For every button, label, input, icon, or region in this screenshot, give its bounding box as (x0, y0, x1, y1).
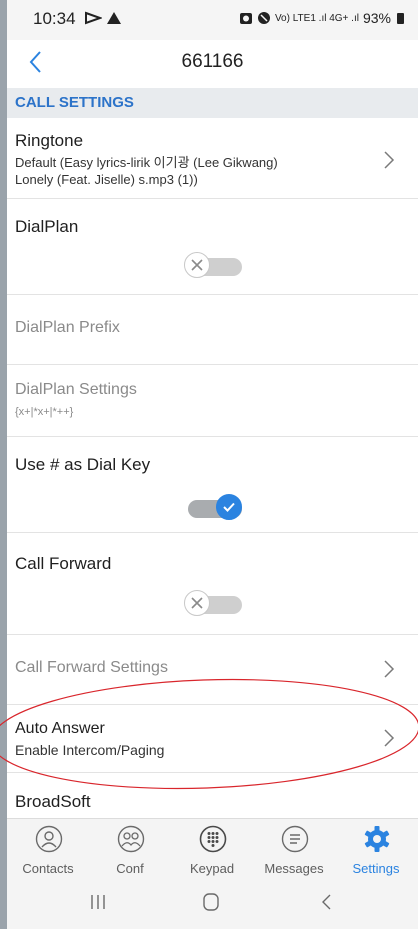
chevron-right-icon (384, 660, 395, 678)
battery-level: 93% (362, 10, 391, 26)
tab-messages[interactable]: Messages (253, 819, 335, 881)
dialplan-settings-title: DialPlan Settings (15, 381, 137, 398)
x-icon (191, 259, 203, 271)
page-title: 661166 (181, 51, 244, 72)
call-forward-title: Call Forward (15, 554, 112, 573)
tab-conf[interactable]: Conf (89, 819, 171, 881)
chevron-right-icon (384, 729, 395, 747)
dialplan-title: DialPlan (15, 217, 79, 236)
phone-screen: 10:34 Vo) LTE1 .ıl 4G+ .ıl 93% 661166 CA… (7, 0, 418, 929)
use-hash-toggle[interactable] (184, 494, 242, 522)
notification-icons (84, 11, 122, 28)
use-hash-row: Use # as Dial Key (7, 436, 418, 533)
tab-label: Conf (116, 861, 144, 876)
group-icon (117, 825, 145, 853)
dialplan-settings-value: {x+|*x+|*++} (15, 406, 74, 418)
call-forward-row: Call Forward (7, 532, 418, 635)
tab-label: Keypad (189, 861, 235, 876)
cast-icon (85, 11, 103, 25)
status-time: 10:34 (33, 9, 76, 28)
alarm-icon (239, 13, 252, 24)
call-forward-settings-title: Call Forward Settings (15, 659, 168, 676)
dialplan-prefix-title: DialPlan Prefix (15, 319, 120, 336)
auto-answer-subtitle: Enable Intercom/Paging (15, 742, 165, 758)
status-bar: 10:34 Vo) LTE1 .ıl 4G+ .ıl 93% (7, 0, 418, 40)
tab-keypad[interactable]: Keypad (171, 819, 253, 881)
mute-icon (257, 12, 270, 24)
status-right-icons: Vo) LTE1 .ıl 4G+ .ıl 93% (239, 10, 404, 26)
system-nav-bar (7, 880, 418, 929)
dialplan-row: DialPlan (7, 198, 418, 295)
call-forward-settings-row[interactable]: Call Forward Settings (7, 634, 418, 705)
use-hash-title: Use # as Dial Key (15, 455, 151, 474)
call-forward-toggle[interactable] (184, 590, 242, 618)
dialplan-prefix-row[interactable]: DialPlan Prefix (7, 294, 418, 365)
window-left-edge (0, 0, 7, 929)
auto-answer-row[interactable]: Auto Answer Enable Intercom/Paging (7, 704, 418, 773)
tab-settings[interactable]: Settings (335, 819, 417, 881)
dialplan-settings-row[interactable]: DialPlan Settings {x+|*x+|*++} (7, 364, 418, 437)
broadsoft-row[interactable]: BroadSoft (7, 772, 418, 818)
bottom-tab-bar: Contacts Conf Keypad Messages Settings (7, 818, 418, 881)
keypad-icon (199, 825, 227, 853)
warning-icon (106, 12, 121, 24)
tab-label: Settings (352, 861, 400, 876)
ringtone-title: Ringtone (15, 131, 84, 150)
gear-icon (364, 826, 390, 852)
recent-apps-icon[interactable] (89, 892, 107, 912)
person-icon (35, 825, 63, 853)
nav-header: 661166 (7, 40, 418, 86)
battery-icon (397, 12, 404, 24)
x-icon (191, 597, 203, 609)
ringtone-value-line2: Lonely (Feat. Jiselle) s.mp3 (1)) (15, 172, 198, 187)
message-icon (281, 825, 309, 853)
auto-answer-title: Auto Answer (15, 720, 105, 737)
tab-label: Messages (264, 861, 324, 876)
back-icon[interactable] (319, 892, 335, 912)
signal-text: Vo) LTE1 .ıl 4G+ .ıl (274, 12, 359, 24)
tab-contacts[interactable]: Contacts (7, 819, 89, 881)
home-icon[interactable] (201, 892, 221, 912)
broadsoft-title: BroadSoft (15, 792, 91, 811)
tab-label: Contacts (22, 861, 74, 876)
ringtone-row[interactable]: Ringtone Default (Easy lyrics-lirik 이기광 … (7, 118, 418, 199)
dialplan-toggle[interactable] (184, 252, 242, 280)
check-icon (223, 502, 235, 512)
chevron-right-icon (384, 151, 395, 169)
section-title: CALL SETTINGS (15, 94, 134, 111)
section-header: CALL SETTINGS (7, 88, 418, 118)
ringtone-value-line1: Default (Easy lyrics-lirik 이기광 (Lee Gikw… (15, 155, 278, 170)
